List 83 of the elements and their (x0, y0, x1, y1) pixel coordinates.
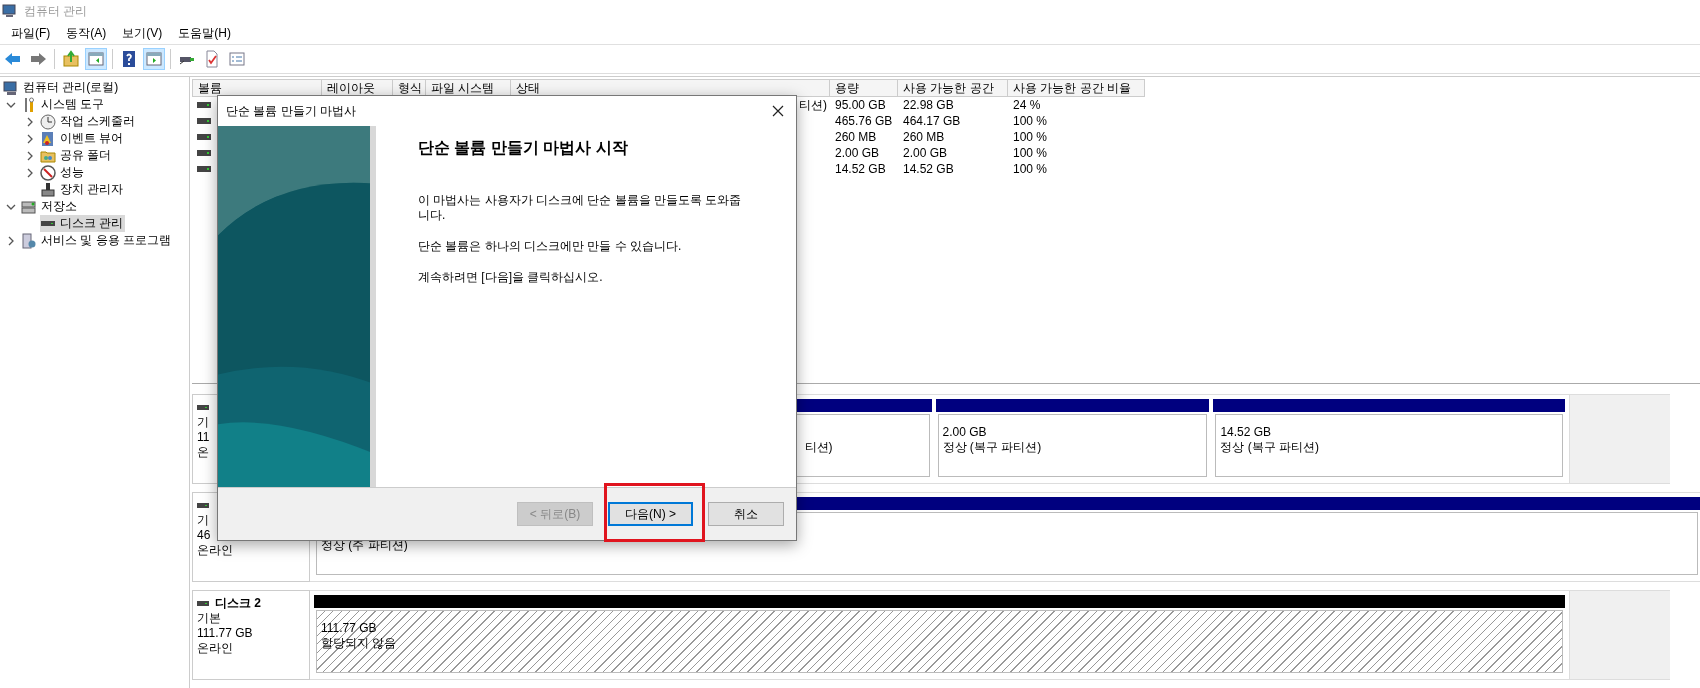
services-icon (21, 232, 37, 249)
disk-detail: 온라인 (197, 543, 234, 558)
dialog-text: 단순 볼륨은 하나의 디스크에만 만들 수 있습니다. (418, 239, 683, 254)
column-header[interactable]: 용량 (830, 79, 898, 97)
chevron-icon[interactable] (6, 235, 16, 246)
wizard-button[interactable]: 취소 (708, 502, 784, 526)
disk-detail: 46 (197, 528, 212, 543)
disk-detail: 기 (197, 415, 210, 430)
up-icon[interactable] (60, 48, 82, 70)
column-header[interactable]: 상태 (511, 79, 830, 97)
table-cell: 465.76 GB (835, 114, 893, 128)
column-header[interactable]: 볼륨 (192, 79, 322, 97)
partition-status: 티션) (804, 440, 833, 455)
disk-detail: 11 (197, 430, 211, 445)
tree-item[interactable]: 저장소 (21, 198, 79, 215)
disk-detail: 온라인 (197, 641, 234, 656)
tree-item[interactable]: 이벤트 뷰어 (40, 130, 126, 147)
drive-icon (197, 102, 211, 108)
partition-box[interactable]: 111.77 GB 할당되지 않음 (316, 610, 1563, 673)
chevron-icon[interactable] (25, 133, 35, 144)
table-cell: 2.00 GB (903, 146, 948, 160)
drive-icon (197, 134, 211, 140)
tree-item[interactable]: 작업 스케줄러 (40, 113, 138, 130)
log-icon (40, 130, 56, 147)
partition-size: 111.77 GB (321, 621, 378, 636)
dialog-heading: 단순 볼륨 만들기 마법사 시작 (418, 138, 629, 158)
table-cell: 100 % (1013, 162, 1048, 176)
tree-item[interactable]: 장치 관리자 (40, 181, 126, 198)
table-cell: 14.52 GB (903, 162, 954, 176)
partition-size: 2.00 GB (942, 425, 988, 440)
drive-icon (197, 150, 211, 156)
tree-item[interactable]: 성능 (40, 164, 86, 181)
partition-box[interactable]: 14.52 GB 정상 (복구 파티션) (1215, 414, 1563, 477)
table-cell: 22.98 GB (903, 98, 954, 112)
wizard-button[interactable]: 다음(N) > (608, 502, 693, 526)
table-cell: 100 % (1013, 130, 1048, 144)
drive-icon (197, 118, 211, 124)
partition-box[interactable]: 2.00 GB 정상 (복구 파티션) (937, 414, 1208, 477)
table-cell: 100 % (1013, 146, 1048, 160)
tree-item[interactable]: 컴퓨터 관리(로컬) (3, 79, 121, 96)
partition-status: 정상 (복구 파티션) (942, 440, 1043, 455)
table-cell: 464.17 GB (903, 114, 961, 128)
disk-detail: 온 (197, 445, 210, 460)
tree-item[interactable]: 공유 폴더 (40, 147, 114, 164)
partition-size: 14.52 GB (1220, 425, 1273, 440)
storage-icon (21, 198, 37, 215)
column-header[interactable]: 사용 가능한 공간 (898, 79, 1008, 97)
menu-item[interactable]: 도움말(H) (171, 22, 238, 44)
window-title: 컴퓨터 관리 (24, 2, 88, 20)
tree-item[interactable]: 서비스 및 응용 프로그램 (21, 232, 173, 249)
drive-icon (197, 166, 211, 172)
chevron-icon[interactable] (25, 150, 35, 161)
column-header[interactable]: 사용 가능한 공간 비율 (1008, 79, 1145, 97)
close-icon[interactable] (772, 105, 784, 117)
computer-icon (2, 3, 18, 19)
disk-detail: 기본 (197, 611, 222, 626)
table-cell: 티션) (799, 97, 827, 112)
menu-item[interactable]: 파일(F) (4, 22, 58, 44)
menu-item[interactable]: 동작(A) (59, 22, 114, 44)
partition-status: 정상 (주 파티션) (321, 538, 409, 553)
table-cell: 260 MB (903, 130, 945, 144)
partition-status: 정상 (복구 파티션) (1220, 440, 1321, 455)
tree-item[interactable]: 디스크 관리 (40, 215, 126, 232)
disk-detail: 기 (197, 513, 210, 528)
dialog-text: 계속하려면 [다음]을 클릭하십시오. (418, 270, 604, 285)
menu-item[interactable]: 보기(V) (115, 22, 170, 44)
table-cell: 24 % (1013, 98, 1041, 112)
chevron-icon[interactable] (25, 116, 35, 127)
disk-name: 디스크 2 (215, 594, 261, 612)
device-icon (40, 181, 56, 198)
computer-icon (3, 79, 19, 96)
dialog-title: 단순 볼륨 만들기 마법사 (226, 102, 356, 120)
table-cell: 100 % (1013, 114, 1048, 128)
clock-icon (40, 113, 56, 130)
table-cell: 2.00 GB (835, 146, 880, 160)
table-cell: 95.00 GB (835, 98, 886, 112)
partition-status: 할당되지 않음 (321, 636, 398, 651)
dialog-text: 이 마법사는 사용자가 디스크에 단순 볼륨을 만들도록 도와줍니다. (418, 193, 743, 223)
table-cell: 260 MB (835, 130, 877, 144)
table-cell: 14.52 GB (835, 162, 886, 176)
chevron-icon[interactable] (25, 167, 35, 178)
disk-detail: 111.77 GB (197, 626, 254, 641)
tree-item[interactable]: 시스템 도구 (21, 96, 107, 113)
